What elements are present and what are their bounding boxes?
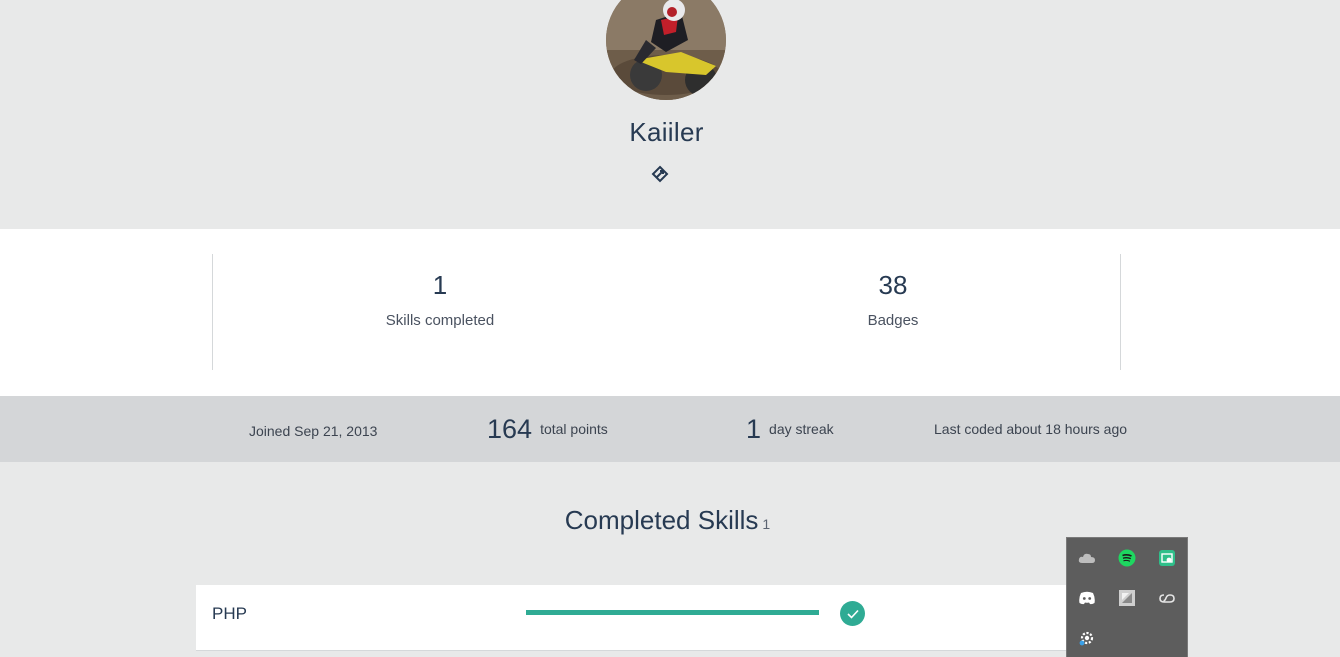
completed-skills-count: 1 bbox=[762, 516, 771, 532]
link-icon[interactable] bbox=[651, 165, 669, 183]
avatar[interactable] bbox=[606, 0, 726, 100]
stats-inner: 1 Skills completed 38 Badges bbox=[212, 254, 1121, 370]
badges-label: Badges bbox=[867, 312, 919, 329]
streak-value: 1 bbox=[746, 413, 762, 444]
streak-label: day streak bbox=[769, 421, 834, 437]
last-coded: Last coded about 18 hours ago bbox=[934, 396, 1127, 462]
info-strip: Joined Sep 21, 2013 164 total points 1 d… bbox=[0, 396, 1340, 462]
skill-progress-bar bbox=[526, 610, 819, 615]
last-coded-text: Last coded about 18 hours ago bbox=[934, 421, 1128, 437]
joined-text: Joined Sep 21, 2013 bbox=[249, 423, 378, 439]
badges-count: 38 bbox=[878, 270, 908, 300]
total-points: 164 total points bbox=[487, 396, 608, 462]
settings-icon[interactable] bbox=[1076, 627, 1098, 649]
completed-skills-title: Completed Skills bbox=[564, 505, 759, 535]
skill-row-php[interactable]: PHP bbox=[196, 585, 1144, 651]
system-tray-popup bbox=[1066, 537, 1188, 657]
check-icon bbox=[840, 601, 865, 626]
skills-completed-label: Skills completed bbox=[385, 312, 495, 329]
discord-icon[interactable] bbox=[1076, 587, 1098, 609]
app-icon[interactable] bbox=[1116, 587, 1138, 609]
skill-name: PHP bbox=[212, 604, 247, 623]
username: Kaiiler bbox=[629, 117, 704, 147]
spotify-icon[interactable] bbox=[1116, 547, 1138, 569]
points-value: 164 bbox=[487, 413, 533, 444]
profile-header: Kaiiler bbox=[0, 0, 1340, 229]
skill-progress-fill bbox=[526, 610, 819, 615]
completed-skills-heading: Completed Skills 1 bbox=[0, 505, 1335, 536]
creative-cloud-icon[interactable] bbox=[1156, 587, 1178, 609]
skills-completed-count: 1 bbox=[432, 270, 448, 300]
day-streak: 1 day streak bbox=[746, 396, 834, 462]
badges-stat[interactable]: 38 Badges bbox=[743, 270, 1043, 329]
points-label: total points bbox=[540, 421, 608, 437]
joined-date: Joined Sep 21, 2013 bbox=[249, 396, 377, 462]
stats-card: 1 Skills completed 38 Badges bbox=[0, 229, 1340, 396]
onedrive-icon[interactable] bbox=[1076, 547, 1098, 569]
greenshot-icon[interactable] bbox=[1156, 547, 1178, 569]
skills-completed-stat[interactable]: 1 Skills completed bbox=[290, 270, 590, 329]
